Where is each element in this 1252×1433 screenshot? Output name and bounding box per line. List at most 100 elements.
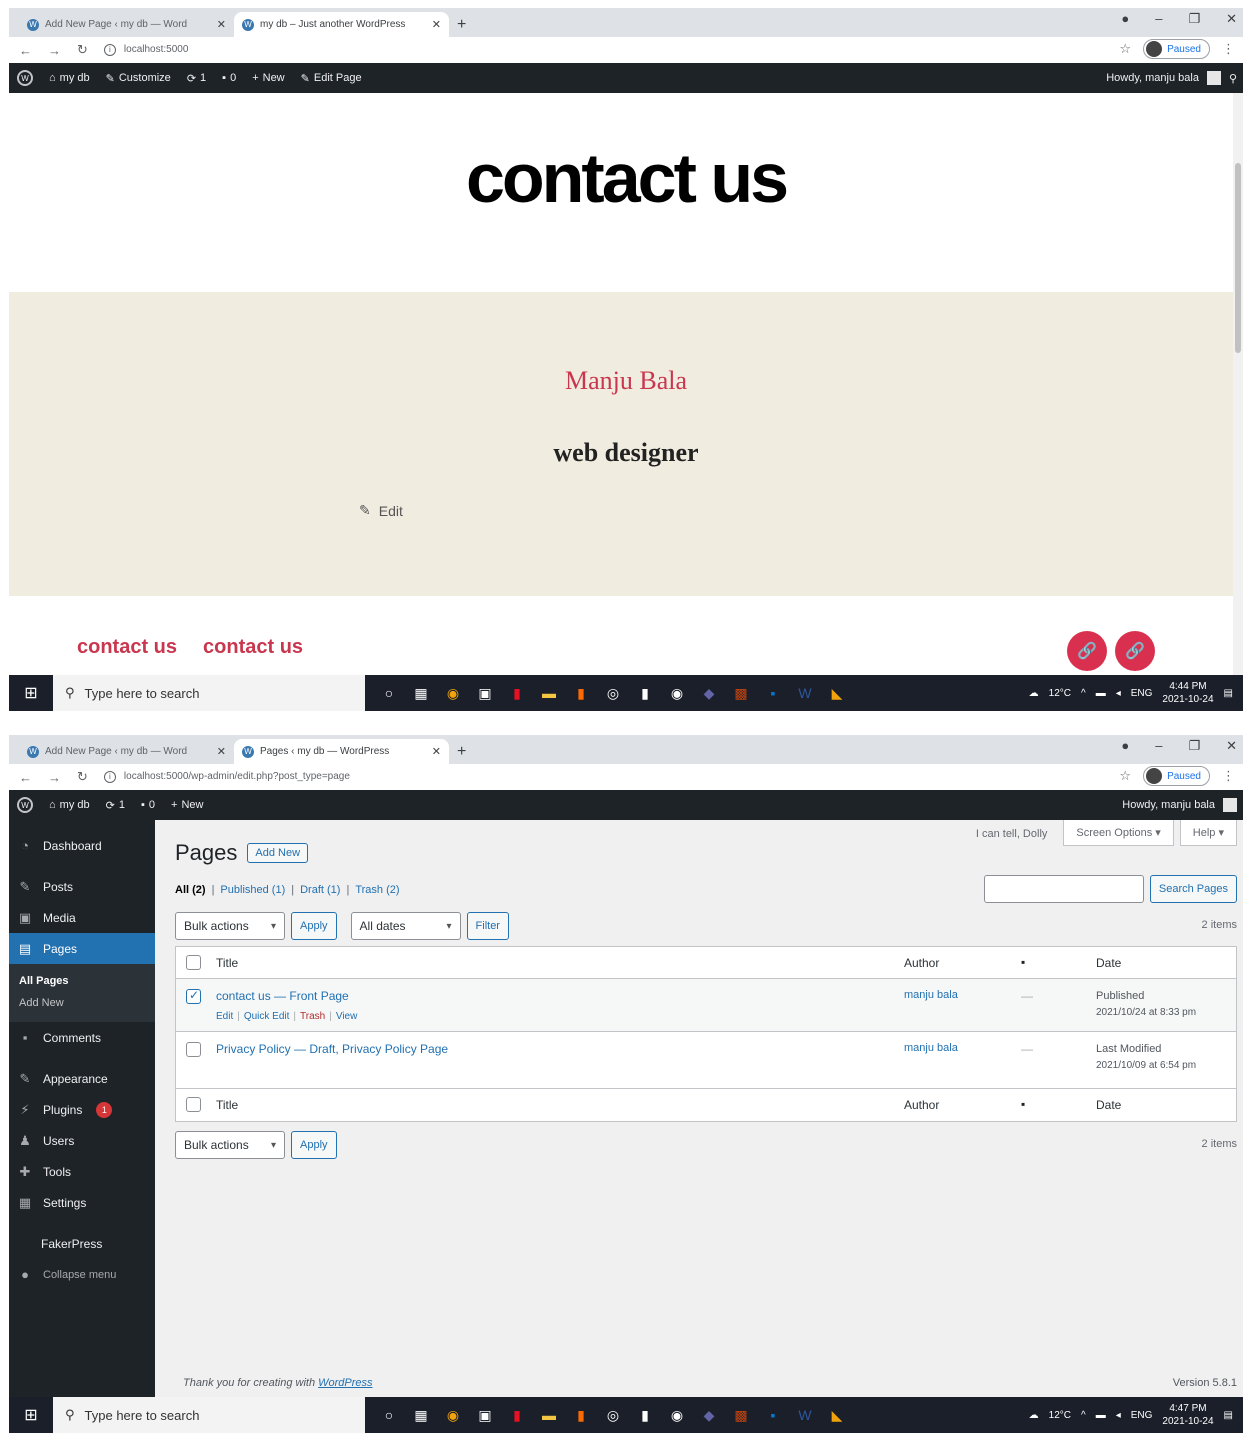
author-link[interactable]: manju bala — [904, 1042, 958, 1054]
close-window-icon[interactable]: ✕ — [1226, 738, 1237, 754]
filter-draft[interactable]: Draft (1) — [300, 884, 340, 896]
profile-button[interactable]: Paused — [1143, 766, 1210, 786]
submenu-add-new[interactable]: Add New — [19, 992, 155, 1014]
close-tab-icon[interactable]: ✕ — [432, 745, 441, 758]
app-icon[interactable]: ▮ — [633, 1403, 657, 1427]
apply-button[interactable]: Apply — [291, 912, 337, 940]
page-title-link[interactable]: contact us — Front Page — [216, 989, 349, 1003]
menu-appearance[interactable]: ✎ Appearance — [9, 1063, 155, 1094]
bookmark-star-icon[interactable]: ☆ — [1119, 41, 1131, 57]
search-pages-button[interactable]: Search Pages — [1149, 875, 1237, 903]
app-icon[interactable]: ▪ — [761, 1403, 785, 1427]
search-icon[interactable]: ⚲ — [1229, 72, 1237, 85]
app-icon[interactable]: ◣ — [825, 681, 849, 705]
network-icon[interactable]: ▬ — [1096, 688, 1106, 699]
menu-kebab-icon[interactable]: ⋮ — [1222, 41, 1235, 57]
app-icon[interactable]: ▮ — [505, 1403, 529, 1427]
back-icon[interactable]: ← — [19, 43, 32, 58]
app-icon[interactable]: ◉ — [665, 681, 689, 705]
help-button[interactable]: Help ▾ — [1179, 820, 1237, 846]
screen-options-button[interactable]: Screen Options ▾ — [1063, 820, 1174, 846]
select-all-checkbox[interactable] — [186, 1097, 201, 1112]
menu-posts[interactable]: ✎ Posts — [9, 871, 155, 902]
app-icon[interactable]: ▬ — [537, 681, 561, 705]
forward-icon[interactable]: → — [48, 770, 61, 785]
menu-comments[interactable]: ▪ Comments — [9, 1022, 155, 1053]
site-name-link[interactable]: ⌂ my db — [49, 799, 90, 811]
quick-edit-link[interactable]: Quick Edit — [244, 1011, 290, 1022]
filter-all[interactable]: All (2) — [175, 884, 206, 896]
taskbar-search[interactable]: ⚲ Type here to search — [53, 1397, 365, 1433]
view-link[interactable]: View — [336, 1011, 358, 1022]
apply-button[interactable]: Apply — [291, 1131, 337, 1159]
store-icon[interactable]: ▣ — [473, 1403, 497, 1427]
menu-tools[interactable]: ✚ Tools — [9, 1156, 155, 1187]
app-icon[interactable]: ▬ — [537, 1403, 561, 1427]
link-icon[interactable]: 🔗 — [1115, 631, 1155, 671]
chrome-icon[interactable]: ◎ — [601, 681, 625, 705]
task-view-icon[interactable]: ▦ — [409, 681, 433, 705]
app-icon[interactable]: ▮ — [569, 1403, 593, 1427]
url-field[interactable]: i localhost:5000 — [103, 44, 188, 56]
filter-trash[interactable]: Trash (2) — [355, 884, 399, 896]
scrollbar-thumb[interactable] — [1235, 163, 1241, 353]
windows-start-icon[interactable]: ⊞ — [9, 675, 53, 711]
volume-icon[interactable]: ◂ — [1116, 1410, 1121, 1421]
bulk-actions-select[interactable]: Bulk actions ▾ — [175, 1131, 285, 1159]
weather-icon[interactable]: ☁ — [1029, 688, 1039, 699]
select-all-checkbox[interactable] — [186, 955, 201, 970]
restore-icon[interactable]: ❐ — [1188, 11, 1200, 27]
link-icon[interactable]: 🔗 — [1067, 631, 1107, 671]
app-icon[interactable]: ◣ — [825, 1403, 849, 1427]
comments-link[interactable]: ▪ 0 — [141, 799, 155, 811]
app-icon[interactable]: ▮ — [633, 681, 657, 705]
app-icon[interactable]: ▮ — [505, 681, 529, 705]
new-tab-icon[interactable]: + — [457, 739, 466, 764]
app-icon[interactable]: ◉ — [441, 1403, 465, 1427]
taskbar-search[interactable]: ⚲ Type here to search — [53, 675, 365, 711]
close-tab-icon[interactable]: ✕ — [432, 18, 441, 31]
scrollbar[interactable] — [1233, 93, 1243, 675]
updates-link[interactable]: ⟳ 1 — [106, 799, 125, 812]
app-icon[interactable]: ◉ — [665, 1403, 689, 1427]
notifications-icon[interactable]: ▤ — [1224, 1410, 1233, 1421]
network-icon[interactable]: ▬ — [1096, 1410, 1106, 1421]
page-title-link[interactable]: Privacy Policy — Draft, Privacy Policy P… — [216, 1042, 448, 1056]
close-tab-icon[interactable]: ✕ — [217, 745, 226, 758]
volume-icon[interactable]: ◂ — [1116, 688, 1121, 699]
submenu-all-pages[interactable]: All Pages — [19, 970, 155, 992]
add-new-page-button[interactable]: Add New — [247, 843, 309, 863]
word-icon[interactable]: W — [793, 1403, 817, 1427]
search-input[interactable] — [983, 875, 1144, 903]
menu-fakerpress[interactable]: FakerPress — [9, 1228, 155, 1259]
comments-link[interactable]: ▪ 0 — [222, 72, 236, 84]
new-content-link[interactable]: + New — [171, 799, 203, 811]
minimize-icon[interactable]: – — [1155, 11, 1162, 27]
site-name-link[interactable]: ⌂ my db — [49, 72, 90, 84]
column-date[interactable]: Date — [1096, 956, 1121, 970]
url-field[interactable]: i localhost:5000/wp-admin/edit.php?post_t… — [103, 771, 350, 783]
close-tab-icon[interactable]: ✕ — [217, 18, 226, 31]
cortana-icon[interactable]: ○ — [377, 681, 401, 705]
notifications-icon[interactable]: ▤ — [1224, 688, 1233, 699]
new-content-link[interactable]: + New — [252, 72, 284, 84]
wordpress-logo-icon[interactable]: W — [17, 70, 33, 86]
profile-button[interactable]: Paused — [1143, 39, 1210, 59]
row-checkbox[interactable] — [186, 1042, 201, 1057]
store-icon[interactable]: ▣ — [473, 681, 497, 705]
edit-link[interactable]: Edit — [216, 1011, 233, 1022]
filter-button[interactable]: Filter — [466, 912, 509, 940]
menu-settings[interactable]: ▦ Settings — [9, 1187, 155, 1218]
browser-tab[interactable]: W Add New Page ‹ my db — Word ✕ — [19, 12, 234, 37]
edit-page-link[interactable]: ✎ Edit Page — [301, 72, 362, 85]
app-icon[interactable]: ▪ — [761, 681, 785, 705]
customize-link[interactable]: ✎ Customize — [106, 72, 171, 85]
column-title[interactable]: Title — [216, 956, 238, 970]
howdy-link[interactable]: Howdy, manju bala — [1106, 72, 1199, 84]
menu-pages[interactable]: ▤ Pages — [9, 933, 155, 964]
app-icon[interactable]: ▮ — [569, 681, 593, 705]
windows-start-icon[interactable]: ⊞ — [9, 1397, 53, 1433]
language-indicator[interactable]: ENG — [1131, 1410, 1153, 1421]
author-link[interactable]: manju bala — [904, 989, 958, 1001]
filter-published[interactable]: Published (1) — [220, 884, 285, 896]
